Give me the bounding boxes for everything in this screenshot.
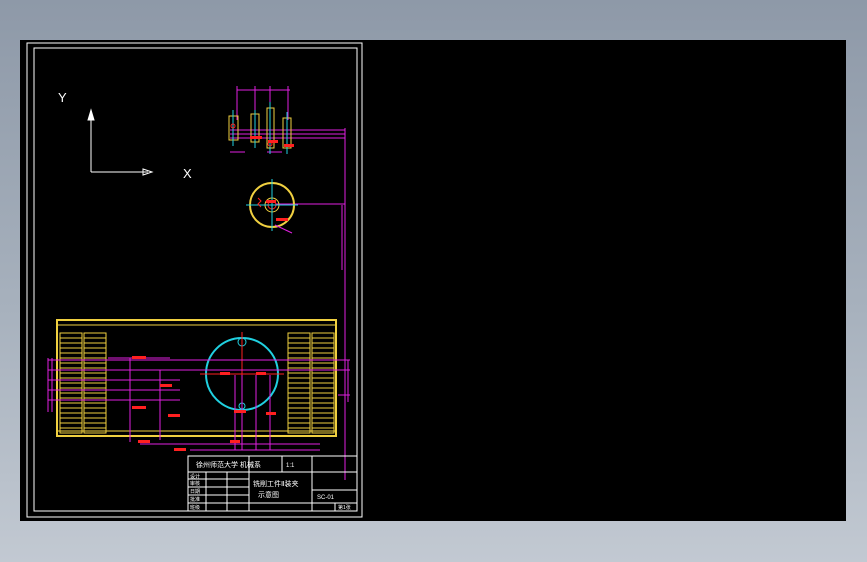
title-block-row-3: 日期: [190, 489, 200, 495]
sheet-inner-border: [33, 47, 358, 512]
title-block-drawing-no: SC-01: [317, 495, 335, 501]
right-clamp-hatch: [288, 337, 334, 429]
title-block-row-5: 班级: [190, 504, 200, 511]
left-clamp-hatch: [60, 337, 106, 429]
title-block-row-1: 设计: [190, 473, 200, 480]
title-block-school: 徐州师范大学 机械系: [196, 460, 261, 469]
title-block-drawing-name-1: 铣削工件Ⅱ装夹: [253, 479, 298, 488]
cad-viewport[interactable]: Y X 徐州师范大学 机械系 1:1 铣削工件Ⅱ装夹 示意图 SC-01 第1张…: [20, 40, 846, 521]
title-block-drawing-name-2: 示意图: [258, 490, 279, 499]
fixture-plan-view: [47, 136, 350, 451]
round-part-view: [246, 179, 298, 234]
title-block-sheet: 第1张: [338, 504, 351, 511]
axis-y-label: Y: [58, 90, 67, 105]
axis-x-label: X: [183, 166, 192, 181]
sheet-outer-border: [26, 42, 363, 518]
ucs-icon: [87, 108, 154, 176]
title-block-row-4: 批准: [190, 496, 200, 503]
title-block-scale: 1:1: [286, 463, 295, 469]
drawing-canvas: Y X 徐州师范大学 机械系 1:1 铣削工件Ⅱ装夹 示意图 SC-01 第1张…: [26, 42, 363, 518]
title-block-row-2: 审核: [190, 480, 200, 487]
